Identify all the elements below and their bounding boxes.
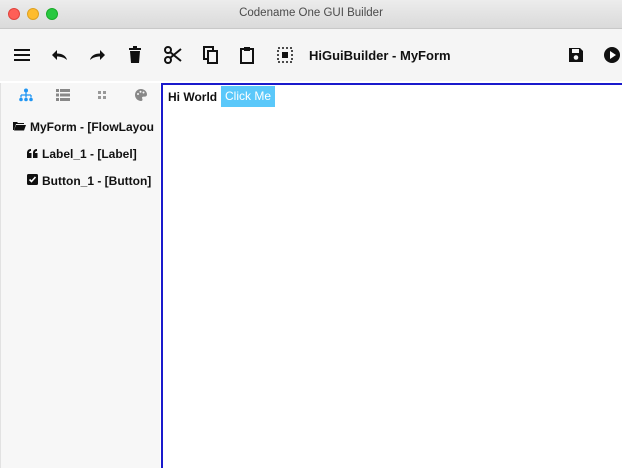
run-icon[interactable] [601, 44, 622, 66]
components-icon[interactable] [93, 86, 111, 104]
form-label-component[interactable]: Hi World [168, 90, 217, 104]
hierarchy-icon[interactable] [17, 86, 35, 104]
component-tree-panel: MyForm - [FlowLayou Label_1 - [Label] Bu… [0, 83, 160, 468]
copy-icon[interactable] [200, 44, 222, 66]
form-title: HiGuiBuilder - MyForm [309, 48, 451, 63]
tree-item-button-1[interactable]: Button_1 - [Button] [27, 174, 161, 188]
palette-icon[interactable] [132, 86, 150, 104]
undo-icon[interactable] [49, 44, 71, 66]
window-title: Codename One GUI Builder [239, 7, 383, 19]
save-icon[interactable] [565, 44, 587, 66]
menu-icon[interactable] [11, 44, 33, 66]
quote-icon [27, 147, 38, 161]
tree-item-label: Label_1 - [Label] [42, 147, 137, 161]
window-titlebar: Codename One GUI Builder [0, 0, 622, 29]
tree-item-myform[interactable]: MyForm - [FlowLayou [13, 120, 161, 134]
tree-item-label: MyForm - [FlowLayou [30, 120, 154, 134]
form-button-component[interactable]: Click Me [221, 86, 276, 107]
folder-icon [13, 120, 26, 134]
paste-icon[interactable] [236, 44, 258, 66]
form-canvas[interactable]: Hi World Click Me [161, 83, 622, 468]
sidebar-tabs [1, 83, 161, 107]
select-icon[interactable] [274, 44, 296, 66]
list-icon[interactable] [54, 86, 72, 104]
cut-icon[interactable] [162, 44, 184, 66]
checkbox-icon [27, 174, 38, 188]
tree-item-label-1[interactable]: Label_1 - [Label] [27, 147, 161, 161]
main-toolbar: HiGuiBuilder - MyForm [0, 29, 622, 81]
delete-icon[interactable] [124, 44, 146, 66]
redo-icon[interactable] [86, 44, 108, 66]
tree-item-label: Button_1 - [Button] [42, 174, 152, 188]
